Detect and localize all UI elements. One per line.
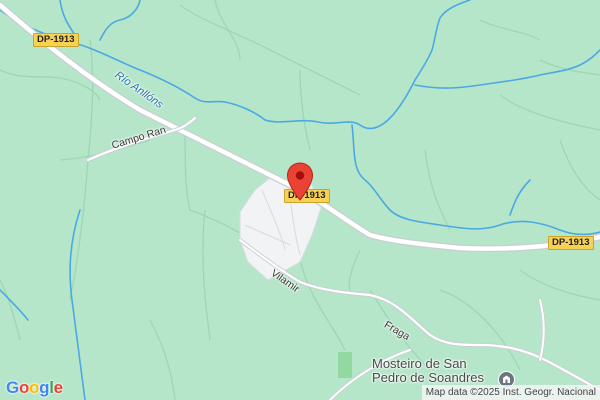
road-shield-dp1913: DP-1913 bbox=[33, 33, 79, 47]
logo-letter: e bbox=[53, 378, 63, 397]
logo-letter: o bbox=[18, 378, 30, 397]
map-pin-glyph bbox=[286, 162, 314, 201]
green-plot bbox=[338, 352, 352, 378]
map-view[interactable]: DP-1913 DP-1913 DP-1913 Río Anllóns Camp… bbox=[0, 0, 600, 400]
map-attribution[interactable]: Map data ©2025 Inst. Geogr. Nacional bbox=[421, 385, 600, 400]
road-shield-dp1913: DP-1913 bbox=[548, 236, 594, 250]
logo-letter: g bbox=[39, 378, 50, 397]
map-pin-icon[interactable] bbox=[286, 162, 314, 202]
poi-name-line2: Pedro de Soandres bbox=[372, 370, 485, 385]
google-logo[interactable]: Google bbox=[6, 378, 63, 398]
logo-letter: o bbox=[29, 378, 40, 397]
poi-label[interactable]: Mosteiro de San Pedro de Soandres bbox=[372, 357, 484, 385]
logo-letter: G bbox=[6, 378, 19, 397]
poi-name-line1: Mosteiro de San bbox=[372, 356, 467, 371]
